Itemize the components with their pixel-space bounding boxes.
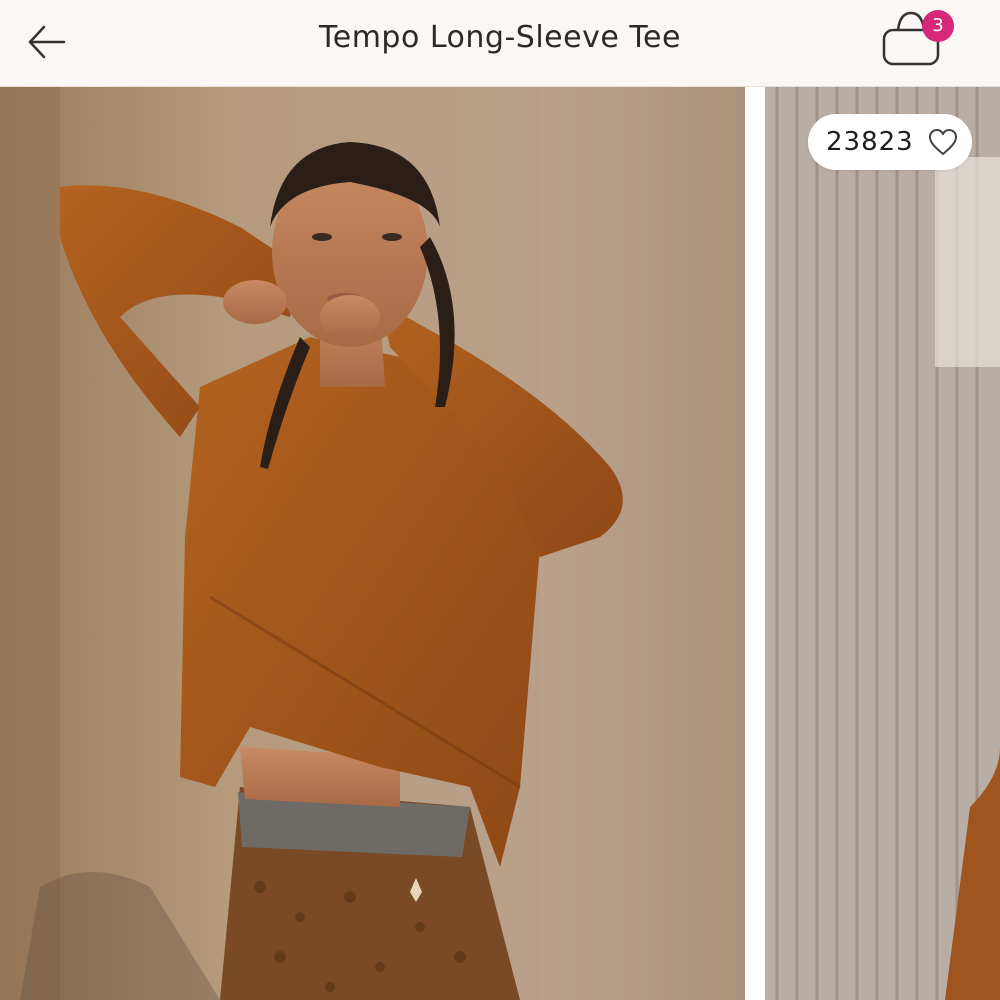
product-image-gallery[interactable]	[0, 87, 1000, 1000]
product-detail-screen: Tempo Long-Sleeve Tee 3 23823	[0, 0, 1000, 1000]
bag-count-badge: 3	[922, 10, 954, 42]
like-count: 23823	[826, 127, 914, 157]
top-bar: Tempo Long-Sleeve Tee 3	[0, 0, 1000, 87]
product-photo-main[interactable]	[0, 87, 745, 1000]
page-title: Tempo Long-Sleeve Tee	[319, 20, 681, 55]
heart-icon	[929, 129, 957, 155]
product-photo-next[interactable]	[765, 87, 1000, 1000]
like-button[interactable]: 23823	[808, 114, 972, 170]
